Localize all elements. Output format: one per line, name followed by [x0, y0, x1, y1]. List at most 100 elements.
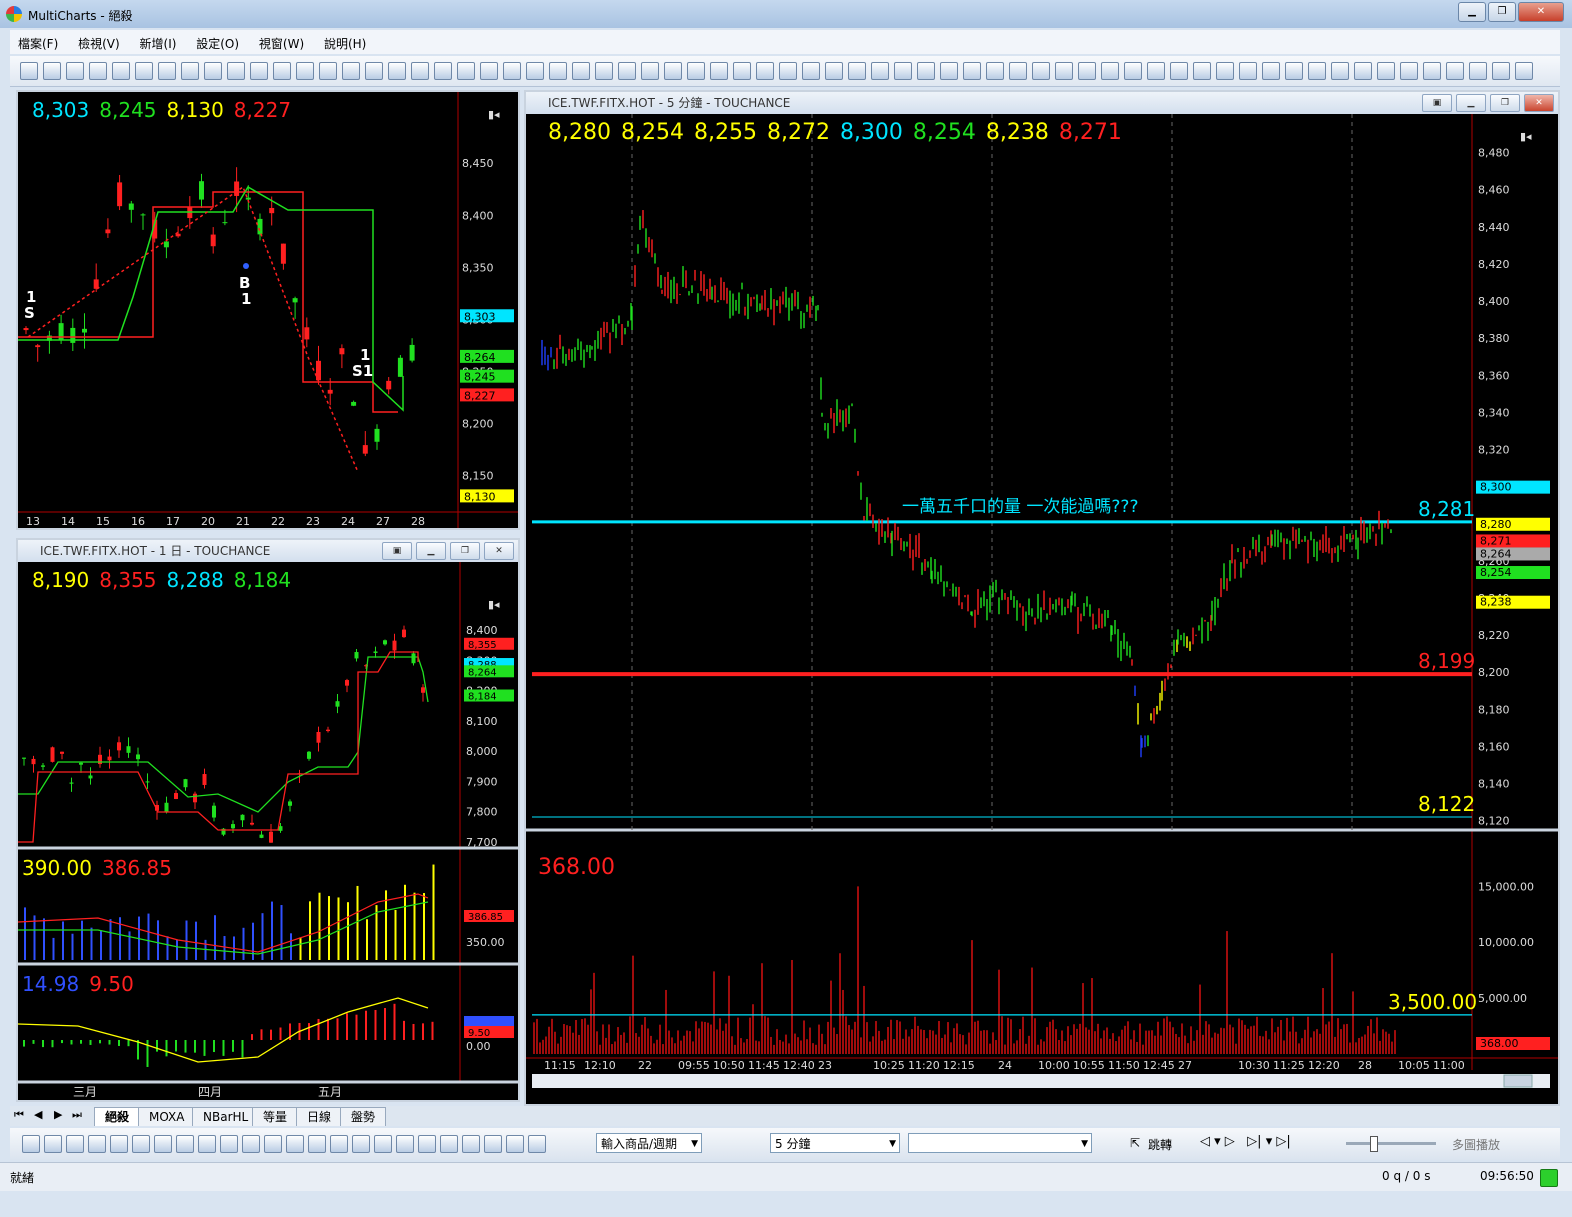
toolbar-tool-icon[interactable]: [388, 62, 406, 80]
toolbar-tool-icon[interactable]: [1469, 62, 1487, 80]
tab-nav-next-icon[interactable]: ▶: [54, 1108, 62, 1121]
chart-top-left-canvas[interactable]: 8,4508,4008,3508,3008,2508,2008,1508,303…: [18, 92, 518, 528]
drawing-tool-icon[interactable]: [396, 1135, 414, 1153]
chart-daily-canvas[interactable]: 8,4008,3008,2008,1008,0007,9007,8007,700…: [18, 562, 518, 1100]
maximize-button[interactable]: ❐: [1488, 2, 1516, 22]
toolbar-tool-icon[interactable]: [43, 62, 61, 80]
multi-chart-play-button[interactable]: 多圖播放: [1452, 1136, 1500, 1153]
menu-insert[interactable]: 新增(I): [132, 30, 185, 57]
menu-help[interactable]: 說明(H): [316, 30, 374, 57]
toolbar-tool-icon[interactable]: [940, 62, 958, 80]
drawing-tool-icon[interactable]: [220, 1135, 238, 1153]
toolbar-tool-icon[interactable]: [319, 62, 337, 80]
toolbar-tool-icon[interactable]: [595, 62, 613, 80]
toolbar-tool-icon[interactable]: [1515, 62, 1533, 80]
chart-daily-settings-button[interactable]: ▣: [382, 542, 412, 560]
toolbar-tool-icon[interactable]: [1216, 62, 1234, 80]
drawing-tool-icon[interactable]: [286, 1135, 304, 1153]
tab-nav-last-icon[interactable]: ⏭: [72, 1108, 82, 1122]
toolbar-tool-icon[interactable]: [802, 62, 820, 80]
tab-juesha[interactable]: 絕殺: [94, 1107, 141, 1126]
drawing-tool-icon[interactable]: [176, 1135, 194, 1153]
symbol-period-combo[interactable]: 輸入商品/週期 ▼: [596, 1133, 702, 1153]
tab-market[interactable]: 盤勢: [340, 1107, 387, 1126]
toolbar-tool-icon[interactable]: [963, 62, 981, 80]
drawing-tool-icon[interactable]: [242, 1135, 260, 1153]
drawing-tool-icon[interactable]: [418, 1135, 436, 1153]
toolbar-tool-icon[interactable]: [710, 62, 728, 80]
toolbar-tool-icon[interactable]: [66, 62, 84, 80]
toolbar-tool-icon[interactable]: [1078, 62, 1096, 80]
toolbar-tool-icon[interactable]: [733, 62, 751, 80]
drawing-tool-icon[interactable]: [462, 1135, 480, 1153]
tab-nav-prev-icon[interactable]: ◀: [34, 1108, 42, 1121]
toolbar-tool-icon[interactable]: [618, 62, 636, 80]
drawing-tool-icon[interactable]: [528, 1135, 546, 1153]
drawing-tool-icon[interactable]: [22, 1135, 40, 1153]
close-button[interactable]: ✕: [1518, 2, 1564, 22]
toolbar-tool-icon[interactable]: [1377, 62, 1395, 80]
toolbar-tool-icon[interactable]: [1009, 62, 1027, 80]
toolbar-tool-icon[interactable]: [20, 62, 38, 80]
toolbar-tool-icon[interactable]: [411, 62, 429, 80]
toolbar-tool-icon[interactable]: [250, 62, 268, 80]
chart-main-settings-button[interactable]: ▣: [1422, 94, 1452, 112]
toolbar-tool-icon[interactable]: [526, 62, 544, 80]
menu-window[interactable]: 視窗(W): [251, 30, 312, 57]
tab-daily[interactable]: 日線: [296, 1107, 343, 1126]
toolbar-tool-icon[interactable]: [1055, 62, 1073, 80]
toolbar-tool-icon[interactable]: [664, 62, 682, 80]
drawing-tool-icon[interactable]: [198, 1135, 216, 1153]
toolbar-tool-icon[interactable]: [986, 62, 1004, 80]
search-combo[interactable]: ▼: [908, 1133, 1092, 1153]
toolbar-tool-icon[interactable]: [1170, 62, 1188, 80]
toolbar-tool-icon[interactable]: [641, 62, 659, 80]
chart-main-window[interactable]: ICE.TWF.FITX.HOT - 5 分鐘 - TOUCHANCE ▣ ▁ …: [524, 90, 1560, 1106]
toolbar-tool-icon[interactable]: [135, 62, 153, 80]
toolbar-tool-icon[interactable]: [204, 62, 222, 80]
toolbar-tool-icon[interactable]: [89, 62, 107, 80]
chart-main-maximize-button[interactable]: ❐: [1490, 94, 1520, 112]
tab-nbarhl[interactable]: NBarHL: [192, 1107, 260, 1126]
menu-file[interactable]: 檔案(F): [10, 30, 66, 57]
toolbar-tool-icon[interactable]: [296, 62, 314, 80]
toolbar-tool-icon[interactable]: [1193, 62, 1211, 80]
tab-nav-first-icon[interactable]: ⏮: [14, 1108, 24, 1122]
drawing-tool-icon[interactable]: [440, 1135, 458, 1153]
drawing-tool-icon[interactable]: [484, 1135, 502, 1153]
toolbar-tool-icon[interactable]: [549, 62, 567, 80]
menu-view[interactable]: 檢視(V): [70, 30, 128, 57]
toolbar-tool-icon[interactable]: [181, 62, 199, 80]
toolbar-tool-icon[interactable]: [1492, 62, 1510, 80]
toolbar-tool-icon[interactable]: [1239, 62, 1257, 80]
toolbar-tool-icon[interactable]: [1308, 62, 1326, 80]
tab-equal-volume[interactable]: 等量: [252, 1107, 299, 1126]
chart-daily-window[interactable]: ICE.TWF.FITX.HOT - 1 日 - TOUCHANCE ▣ ▁ ❐…: [16, 538, 520, 1102]
drawing-tool-icon[interactable]: [44, 1135, 62, 1153]
toolbar-tool-icon[interactable]: [1285, 62, 1303, 80]
playback-slider[interactable]: [1346, 1136, 1436, 1152]
toolbar-tool-icon[interactable]: [480, 62, 498, 80]
playback-controls[interactable]: ◁ ▾ ▷ ▷| ▾ ▷|: [1200, 1134, 1291, 1149]
toolbar-tool-icon[interactable]: [1101, 62, 1119, 80]
toolbar-tool-icon[interactable]: [1423, 62, 1441, 80]
chart-daily-titlebar[interactable]: ICE.TWF.FITX.HOT - 1 日 - TOUCHANCE ▣ ▁ ❐…: [18, 540, 518, 562]
toolbar-tool-icon[interactable]: [1354, 62, 1372, 80]
toolbar-tool-icon[interactable]: [687, 62, 705, 80]
toolbar-tool-icon[interactable]: [1147, 62, 1165, 80]
toolbar-tool-icon[interactable]: [1124, 62, 1142, 80]
toolbar-tool-icon[interactable]: [1032, 62, 1050, 80]
jump-button[interactable]: 跳轉: [1148, 1136, 1172, 1153]
chart-main-close-button[interactable]: ✕: [1524, 94, 1554, 112]
toolbar-tool-icon[interactable]: [273, 62, 291, 80]
toolbar-tool-icon[interactable]: [917, 62, 935, 80]
toolbar-tool-icon[interactable]: [365, 62, 383, 80]
toolbar-tool-icon[interactable]: [756, 62, 774, 80]
toolbar-tool-icon[interactable]: [894, 62, 912, 80]
toolbar-tool-icon[interactable]: [1331, 62, 1349, 80]
toolbar-tool-icon[interactable]: [871, 62, 889, 80]
chart-main-titlebar[interactable]: ICE.TWF.FITX.HOT - 5 分鐘 - TOUCHANCE ▣ ▁ …: [526, 92, 1558, 114]
chart-main-canvas[interactable]: 8,480 8,460 8,440 8,420 8,400 8,380 8,360 8,340…: [526, 114, 1558, 1104]
toolbar-tool-icon[interactable]: [158, 62, 176, 80]
drawing-tool-icon[interactable]: [308, 1135, 326, 1153]
